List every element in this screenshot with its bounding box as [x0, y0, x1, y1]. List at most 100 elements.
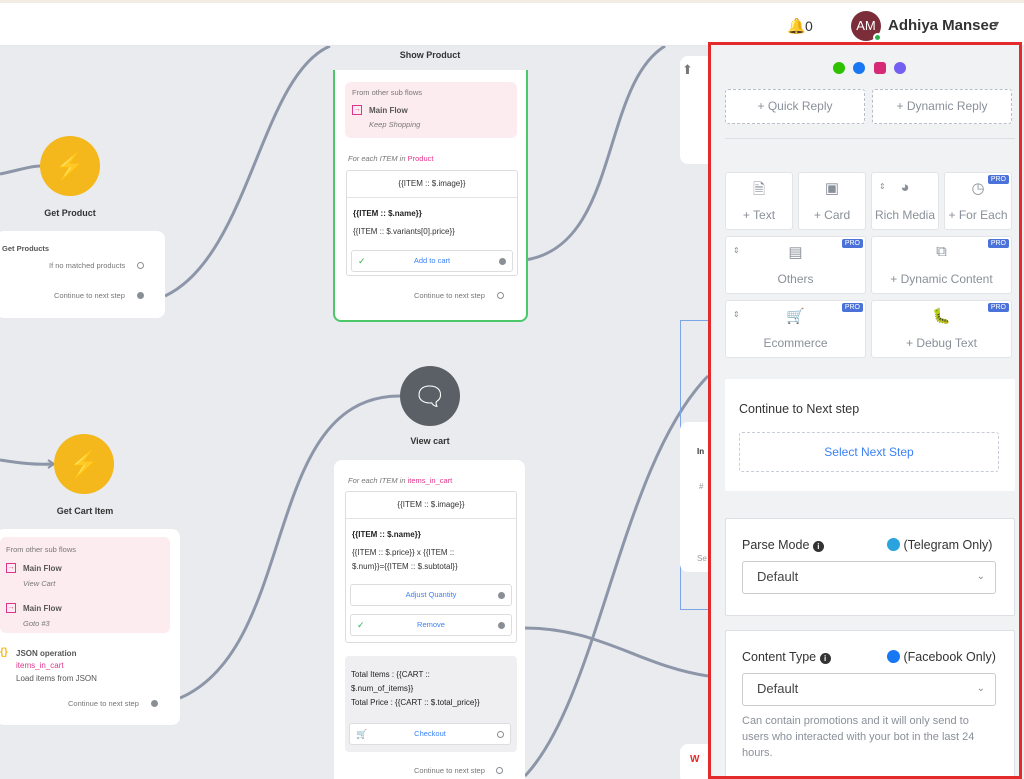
partial-label-se: Se [697, 554, 707, 563]
for-each-label: For each ITEM in Product [348, 154, 433, 163]
chevron-down-icon: ⌄ [976, 683, 985, 694]
sub-flow-box: From other sub flows → Main Flow Keep Sh… [345, 82, 517, 138]
get-cart-item-card[interactable]: From other sub flows → Main Flow View Ca… [0, 529, 180, 725]
online-status-dot [873, 33, 882, 42]
top-bar: 🔔 0 AM Adhiya Mansee ▼ [0, 0, 1024, 46]
add-card-button[interactable]: ▣ + Card [798, 172, 866, 230]
bell-icon[interactable]: 🔔 [787, 17, 806, 35]
content-type-help: Can contain promotions and it will only … [742, 715, 975, 759]
main-flow-label[interactable]: Main Flow [23, 564, 62, 573]
remove-button[interactable]: ✓ Remove [350, 614, 512, 636]
show-product-card[interactable]: From other sub flows → Main Flow Keep Sh… [333, 70, 528, 322]
add-to-cart-button[interactable]: ✓ Add to cart [351, 250, 513, 272]
for-each-text: For each ITEM in [348, 154, 406, 163]
get-product-node-icon[interactable]: ⚡ [40, 136, 100, 196]
for-each-button[interactable]: PRO ◷ + For Each [944, 172, 1012, 230]
quick-reply-button[interactable]: + Quick Reply [725, 89, 865, 124]
remove-label: Remove [417, 620, 445, 629]
for-each-text: For each ITEM in [348, 476, 406, 485]
item-line2: $.num}}={{ITEM :: $.subtotal}} [352, 562, 458, 571]
dynamic-content-button[interactable]: PRO ⧉ + Dynamic Content [871, 236, 1012, 294]
list-icon: ▤ [788, 244, 803, 261]
remove-port[interactable] [498, 622, 505, 629]
check-circle-icon: ✓ [358, 256, 366, 266]
adjust-quantity-button[interactable]: Adjust Quantity [350, 584, 512, 606]
content-type-value: Default [757, 681, 799, 696]
messenger-icon [887, 650, 900, 663]
from-other-label: From other sub flows [352, 88, 423, 97]
json-desc: Load items from JSON [16, 674, 97, 683]
user-name[interactable]: Adhiya Mansee [888, 17, 997, 34]
total-price: Total Price : {{CART :: $.total_price}} [351, 698, 480, 707]
chart-icon: ◕ [900, 179, 910, 196]
others-button[interactable]: ⇕ PRO ▤ Others [725, 236, 866, 294]
main-flow-label[interactable]: Main Flow [369, 106, 408, 115]
get-cart-item-title: Get Cart Item [56, 506, 114, 516]
content-type-label: Content Type i [742, 650, 831, 664]
divider [347, 197, 517, 198]
content-type-select[interactable]: Default ⌄ [742, 673, 996, 706]
checkout-port[interactable] [497, 731, 504, 738]
select-next-step-button[interactable]: Select Next Step [739, 432, 999, 472]
telegram-only-text: (Telegram Only) [903, 538, 993, 552]
get-product-heading: Get Products [2, 244, 50, 253]
continue-label: Continue to next step [414, 291, 485, 300]
view-cart-card[interactable]: For each ITEM in items_in_cart {{ITEM ::… [334, 460, 525, 779]
main-flow-label[interactable]: Main Flow [23, 604, 62, 613]
continue-port[interactable] [496, 767, 503, 774]
item-price-text: {{ITEM :: $.variants[0].price}} [353, 227, 455, 236]
item-image-text: {{ITEM :: $.image}} [398, 179, 466, 188]
no-match-label: If no matched products [49, 261, 126, 270]
continue-port[interactable] [151, 700, 158, 707]
continue-label: Continue to next step [414, 766, 485, 775]
properties-panel: + Quick Reply + Dynamic Reply 🗎 + Text ▣… [708, 42, 1022, 779]
link-icon: → [352, 105, 362, 115]
dynamic-reply-button[interactable]: + Dynamic Reply [872, 89, 1012, 124]
continue-label: Continue to next step [68, 699, 139, 708]
tool-label: Others [777, 272, 814, 286]
rich-media-button[interactable]: ⇕ ◕ Rich Media [871, 172, 939, 230]
debug-text-button[interactable]: PRO 🐛 + Debug Text [871, 300, 1012, 358]
no-match-port[interactable] [137, 262, 144, 269]
check-circle-icon: ✓ [357, 620, 365, 630]
link-icon: → [6, 603, 16, 613]
instagram-icon [873, 62, 886, 74]
divider [725, 138, 1015, 139]
info-icon[interactable]: i [819, 653, 831, 664]
get-cart-item-node-icon[interactable]: ⚡ [54, 434, 114, 494]
show-product-title: Show Product [399, 50, 461, 60]
json-var: items_in_cart [16, 661, 64, 670]
chevron-down-icon[interactable]: ▼ [992, 19, 1001, 29]
cart-icon: 🛒 [356, 729, 368, 739]
get-product-card[interactable]: Get Products If no matched products Cont… [0, 231, 165, 318]
parse-mode-select[interactable]: Default ⌄ [742, 561, 996, 594]
platform-icons [833, 61, 907, 75]
wechat-icon [833, 62, 845, 74]
info-icon[interactable]: i [812, 541, 824, 552]
for-each-var: Product [407, 154, 434, 163]
continue-port[interactable] [137, 292, 144, 299]
json-op-label: JSON operation [16, 649, 77, 658]
tool-label: + Dynamic Content [890, 272, 993, 286]
tool-label: + Text [742, 208, 776, 222]
checkout-button[interactable]: 🛒 Checkout [349, 723, 511, 745]
add-text-button[interactable]: 🗎 + Text [725, 172, 793, 230]
add-to-cart-port[interactable] [499, 258, 506, 265]
card-icon: ▣ [824, 180, 840, 197]
item-name-text: {{ITEM :: $.name}} [353, 209, 422, 218]
tool-label: Ecommerce [763, 336, 828, 350]
chat-bubble-icon[interactable]: 🗨 [400, 366, 460, 426]
item-image-text: {{ITEM :: $.image}} [397, 500, 465, 509]
parse-mode-platform: (Telegram Only) [887, 538, 992, 552]
link-icon: → [6, 563, 16, 573]
tool-label: + Debug Text [906, 336, 977, 350]
continue-port[interactable] [497, 292, 504, 299]
for-each-label: For each ITEM in items_in_cart [348, 476, 452, 485]
adjust-port[interactable] [498, 592, 505, 599]
external-link-icon: ⧉ [936, 243, 947, 260]
parse-mode-section: Parse Mode i (Telegram Only) Default ⌄ [725, 518, 1015, 616]
ecommerce-button[interactable]: ⇕ PRO 🛒 Ecommerce [725, 300, 866, 358]
chevron-down-icon: ⌄ [976, 571, 985, 582]
total-items-1: Total Items : {{CART :: [351, 670, 430, 679]
sub-flow-box: From other sub flows → Main Flow View Ca… [0, 537, 170, 633]
